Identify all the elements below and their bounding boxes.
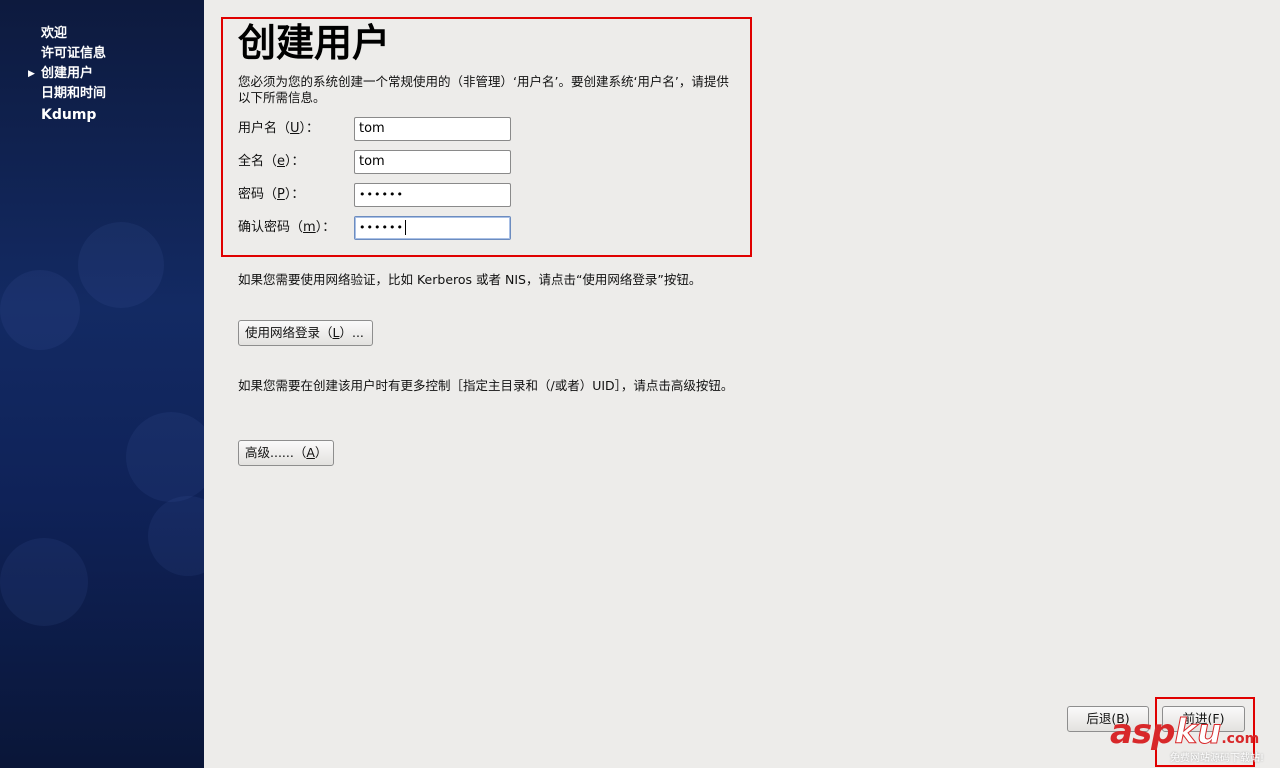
step-label: Kdump bbox=[41, 107, 97, 123]
label-text: 全名（ bbox=[238, 154, 278, 169]
confirm-password-masked-value: •••••• bbox=[359, 221, 404, 234]
step-label: 日期和时间 bbox=[41, 86, 107, 101]
page-description: 您必须为您的系统创建一个常规使用的（非管理）‘用户名’。要创建系统‘用户名’，请… bbox=[238, 74, 729, 105]
username-label: 用户名（U）： bbox=[238, 121, 319, 137]
step-date-time: 日期和时间 bbox=[41, 84, 106, 104]
step-label: 许可证信息 bbox=[41, 46, 107, 61]
fullname-input[interactable]: tom bbox=[354, 150, 511, 174]
fullname-value: tom bbox=[359, 154, 385, 169]
step-label: 创建用户 bbox=[41, 66, 94, 81]
username-input[interactable]: tom bbox=[354, 117, 511, 141]
label-text: 用户名（ bbox=[238, 121, 291, 136]
password-label: 密码（P）： bbox=[238, 187, 304, 203]
step-create-user: ▶ 创建用户 bbox=[28, 64, 106, 84]
label-text: 确认密码（ bbox=[238, 220, 304, 235]
label-text: 密码（ bbox=[238, 187, 278, 202]
mnemonic-key: A bbox=[306, 445, 315, 460]
sidebar-decoration bbox=[126, 412, 204, 502]
confirm-password-input[interactable]: •••••• bbox=[354, 216, 511, 240]
button-label: 使用网络登录（ bbox=[245, 325, 333, 340]
network-login-button[interactable]: 使用网络登录（L）... bbox=[238, 320, 373, 346]
sidebar: 欢迎 许可证信息 ▶ 创建用户 日期和时间 Kdump bbox=[0, 0, 204, 768]
label-text: ）： bbox=[299, 121, 320, 136]
step-welcome: 欢迎 bbox=[41, 24, 106, 44]
password-input[interactable]: •••••• bbox=[354, 183, 511, 207]
step-label: 欢迎 bbox=[41, 26, 68, 41]
back-button[interactable]: 后退(B) bbox=[1067, 706, 1149, 732]
password-masked-value: •••••• bbox=[359, 188, 404, 201]
label-text: ）： bbox=[284, 187, 305, 202]
label-text: ）： bbox=[285, 154, 305, 169]
username-value: tom bbox=[359, 121, 385, 136]
confirm-password-label: 确认密码（m）： bbox=[238, 220, 335, 236]
page-title: 创建用户 bbox=[238, 21, 391, 65]
current-step-arrow-icon: ▶ bbox=[28, 69, 35, 79]
watermark-tagline: 免费网站源码下载站! bbox=[1170, 753, 1265, 764]
button-label: 高级......（ bbox=[245, 445, 307, 460]
sidebar-decoration bbox=[0, 538, 88, 626]
mnemonic-key: P bbox=[277, 187, 285, 202]
mnemonic-key: U bbox=[290, 121, 300, 136]
button-label: ） bbox=[314, 445, 328, 460]
sidebar-decoration bbox=[0, 270, 80, 350]
advanced-info: 如果您需要在创建该用户时有更多控制［指定主目录和（/或者）UID］，请点击高级按… bbox=[238, 378, 734, 393]
button-label: ）... bbox=[339, 325, 364, 340]
network-auth-info: 如果您需要使用网络验证，比如 Kerberos 或者 NIS，请点击“使用网络登… bbox=[238, 272, 702, 287]
sidebar-decoration bbox=[148, 496, 204, 576]
fullname-label: 全名（e）： bbox=[238, 154, 305, 170]
mnemonic-key: e bbox=[277, 154, 286, 169]
step-kdump: Kdump bbox=[41, 104, 106, 126]
step-license: 许可证信息 bbox=[41, 44, 106, 64]
sidebar-decoration bbox=[78, 222, 164, 308]
advanced-button[interactable]: 高级......（A） bbox=[238, 440, 334, 466]
label-text: ）： bbox=[315, 220, 336, 235]
text-caret bbox=[404, 220, 406, 235]
mnemonic-key: m bbox=[303, 220, 316, 235]
step-list: 欢迎 许可证信息 ▶ 创建用户 日期和时间 Kdump bbox=[28, 24, 106, 126]
